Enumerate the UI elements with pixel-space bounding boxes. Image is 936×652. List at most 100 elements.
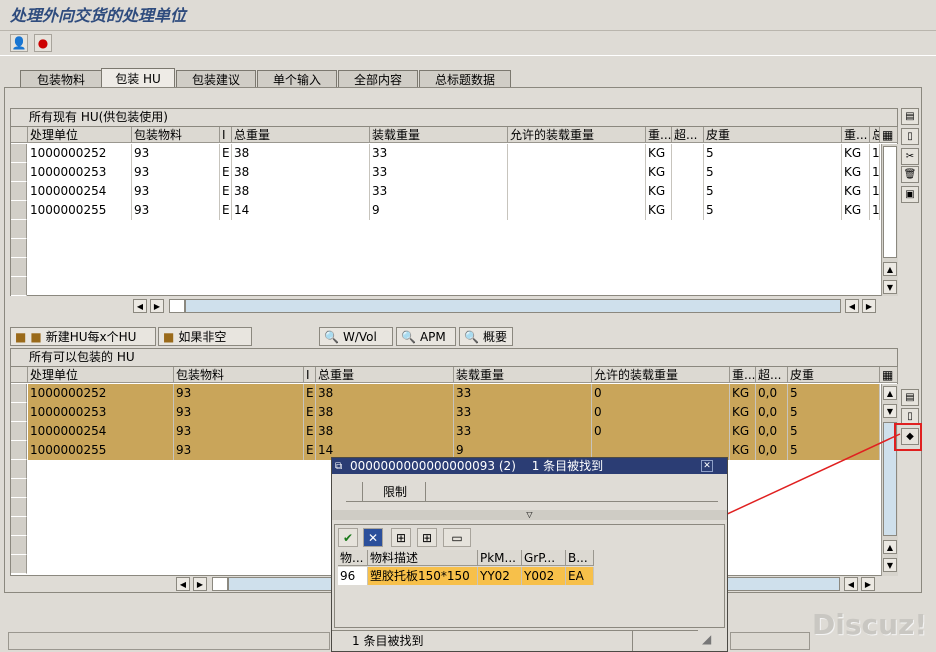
col-weight-unit-2[interactable]: 重...: [842, 127, 870, 143]
col-pack-material[interactable]: 包装物料: [132, 127, 220, 143]
document-icon[interactable]: ▯: [901, 128, 919, 145]
row-selector[interactable]: [11, 144, 27, 163]
scroll-right-button[interactable]: ▶: [150, 299, 164, 313]
row-selector[interactable]: [11, 517, 27, 536]
overview-button[interactable]: 🔍 概要: [459, 327, 513, 346]
row-selector[interactable]: [11, 441, 27, 460]
col-total[interactable]: 总...: [870, 127, 880, 143]
col-handling-unit[interactable]: 处理单位: [28, 127, 132, 143]
details-icon[interactable]: ▤: [901, 389, 919, 406]
col-material-desc[interactable]: 物料描述: [368, 550, 478, 566]
target-icon[interactable]: ●: [34, 34, 52, 52]
row-selector[interactable]: [11, 239, 27, 258]
tab-pack-proposal[interactable]: 包装建议: [176, 70, 256, 88]
scroll-left-button[interactable]: ◀: [845, 299, 859, 313]
col-over[interactable]: 超...: [756, 367, 788, 383]
vertical-scrollbar[interactable]: ▲ ▼: [881, 144, 898, 296]
cell-over: [672, 144, 704, 163]
cancel-icon[interactable]: ✕: [363, 528, 383, 547]
row-selector[interactable]: [11, 258, 27, 277]
col-b[interactable]: B...: [566, 550, 594, 566]
row-selector[interactable]: [11, 536, 27, 555]
scroll-left-button[interactable]: ◀: [133, 299, 147, 313]
scroll-thumb[interactable]: [169, 299, 185, 313]
col-total-weight[interactable]: 总重量: [232, 127, 370, 143]
col-material[interactable]: 物...: [338, 550, 368, 566]
column-settings-icon[interactable]: ▦: [880, 127, 898, 143]
row-selector[interactable]: [11, 220, 27, 239]
col-weight-unit[interactable]: 重...: [730, 367, 756, 383]
new-hu-per-x-button[interactable]: ■ ■ 新建HU每x个HU: [10, 327, 156, 346]
col-total-weight[interactable]: 总重量: [316, 367, 454, 383]
row-selector[interactable]: [11, 163, 27, 182]
col-pkm[interactable]: PkM...: [478, 550, 522, 566]
scroll-left-button[interactable]: ◀: [176, 577, 190, 591]
cell-tare: 5: [788, 384, 880, 403]
row-selector[interactable]: [11, 384, 27, 403]
trash-icon[interactable]: 🗑: [901, 166, 919, 183]
popup-titlebar[interactable]: ⧉ 0000000000000000093 (2) 1 条目被找到 ✕: [332, 458, 727, 474]
unpack-icon[interactable]: ▣: [901, 186, 919, 203]
row-selector[interactable]: [11, 460, 27, 479]
expand-toggle[interactable]: ▽: [332, 510, 727, 520]
col-handling-unit[interactable]: 处理单位: [28, 367, 174, 383]
select-all-header[interactable]: [11, 367, 28, 383]
status-field: [730, 632, 810, 650]
row-selector[interactable]: [11, 201, 27, 220]
row-selector[interactable]: [11, 422, 27, 441]
horizontal-scrollbar[interactable]: ◀ ▶ ◀ ▶: [133, 299, 877, 314]
tab-pack-material[interactable]: 包装物料: [20, 70, 102, 88]
cell-material: 93: [132, 144, 220, 163]
col-pack-material[interactable]: 包装物料: [174, 367, 304, 383]
scroll-right-button[interactable]: ▶: [862, 299, 876, 313]
row-selector[interactable]: [11, 498, 27, 517]
details-icon[interactable]: ▤: [901, 108, 919, 125]
tab-restrict[interactable]: 限制: [362, 482, 426, 502]
scroll-down-button[interactable]: ▼: [883, 404, 897, 418]
wvol-button[interactable]: 🔍 W/Vol: [319, 327, 393, 346]
popup-found-title: 1 条目被找到: [531, 459, 604, 473]
scroll-down-button[interactable]: ▼: [883, 280, 897, 294]
column-settings-icon[interactable]: ▦: [880, 367, 898, 383]
col-allowed-load[interactable]: 允许的装载重量: [592, 367, 730, 383]
col-i[interactable]: I: [220, 127, 232, 143]
scroll-track[interactable]: [185, 299, 841, 313]
top-hu-table[interactable]: 处理单位 包装物料 I 总重量 装载重量 允许的装载重量 重... 超... 皮…: [10, 126, 898, 296]
tab-pack-hu[interactable]: 包装 HU: [101, 68, 175, 88]
tab-single-entry[interactable]: 单个输入: [257, 70, 337, 88]
row-selector[interactable]: [11, 277, 27, 296]
scroll-up-button[interactable]: ▲: [883, 386, 897, 400]
search-help-popup[interactable]: ⧉ 0000000000000000093 (2) 1 条目被找到 ✕ 限制 ▽…: [331, 457, 728, 652]
scroll-up-button[interactable]: ▲: [883, 262, 897, 276]
tab-all-content[interactable]: 全部内容: [338, 70, 418, 88]
scroll-right-button[interactable]: ▶: [193, 577, 207, 591]
cell-tare: 5: [788, 403, 880, 422]
col-weight-unit[interactable]: 重...: [646, 127, 672, 143]
person-icon[interactable]: 👤: [10, 34, 28, 52]
scroll-thumb[interactable]: [212, 577, 228, 591]
col-load-weight[interactable]: 装载重量: [370, 127, 508, 143]
if-not-empty-button[interactable]: ■ 如果非空: [158, 327, 252, 346]
tab-header-data[interactable]: 总标题数据: [419, 70, 511, 88]
find-next-icon[interactable]: ⊞: [417, 528, 437, 547]
apm-button[interactable]: 🔍 APM: [396, 327, 456, 346]
print-icon[interactable]: ▭: [443, 528, 471, 547]
row-selector[interactable]: [11, 403, 27, 422]
close-icon[interactable]: ✕: [701, 460, 713, 472]
confirm-icon[interactable]: ✔: [338, 528, 358, 547]
scissors-icon[interactable]: ✂: [901, 148, 919, 165]
binoculars-icon[interactable]: ⊞: [391, 528, 411, 547]
col-tare[interactable]: 皮重: [788, 367, 880, 383]
col-grp[interactable]: GrP...: [522, 550, 566, 566]
col-over[interactable]: 超...: [672, 127, 704, 143]
row-selector[interactable]: [11, 555, 27, 574]
col-load-weight[interactable]: 装载重量: [454, 367, 592, 383]
col-allowed-load[interactable]: 允许的装载重量: [508, 127, 646, 143]
col-tare[interactable]: 皮重: [704, 127, 842, 143]
row-selector[interactable]: [11, 479, 27, 498]
select-all-header[interactable]: [11, 127, 28, 143]
row-selector[interactable]: [11, 182, 27, 201]
col-i[interactable]: I: [304, 367, 316, 383]
scroll-thumb[interactable]: [883, 146, 897, 258]
resize-grip-icon[interactable]: ◢: [702, 632, 724, 650]
